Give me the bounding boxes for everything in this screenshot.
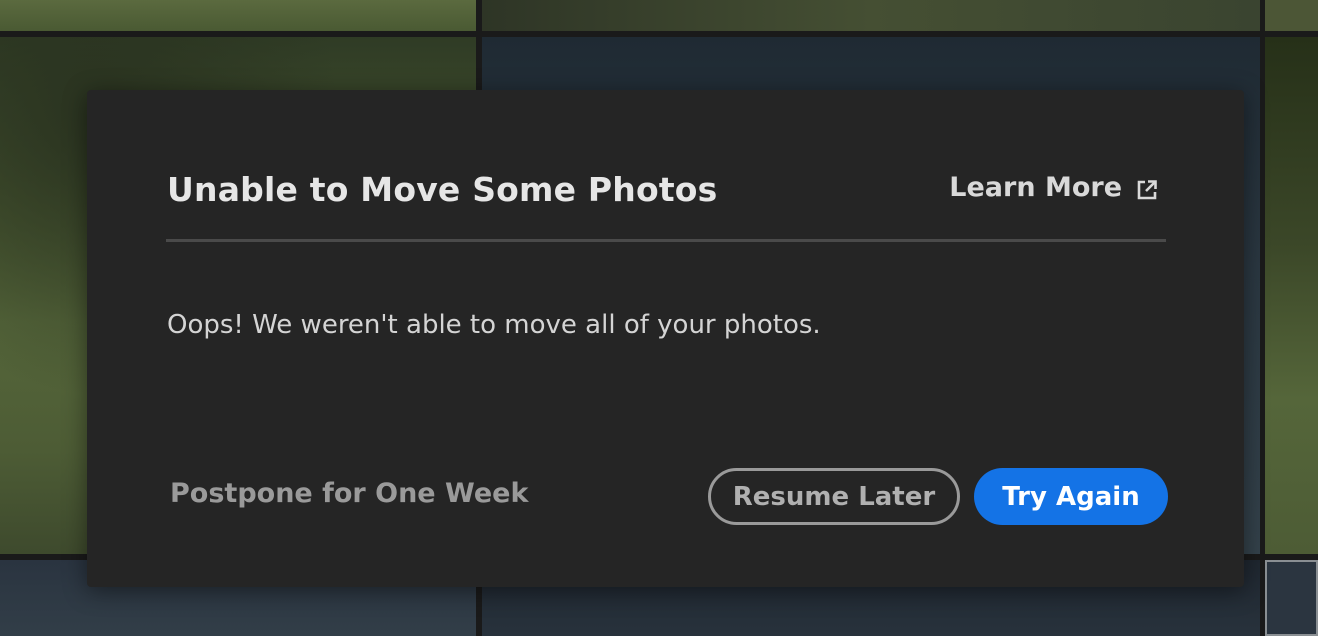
move-photos-error-dialog: Unable to Move Some Photos Learn More Oo… [87,90,1244,587]
background-photo-thumbnail-selected [1265,560,1318,636]
background-photo-thumbnail [0,0,476,31]
dialog-message: Oops! We weren't able to move all of you… [167,310,821,340]
background-photo-thumbnail [1265,37,1318,554]
dialog-title: Unable to Move Some Photos [167,170,718,209]
try-again-button[interactable]: Try Again [974,468,1168,525]
background-photo-thumbnail [1265,0,1318,31]
resume-later-button[interactable]: Resume Later [708,468,960,525]
postpone-one-week-button[interactable]: Postpone for One Week [170,478,528,509]
learn-more-label: Learn More [949,172,1122,203]
external-link-icon [1136,177,1158,199]
header-divider [166,239,1166,242]
learn-more-link[interactable]: Learn More [949,172,1158,203]
background-photo-thumbnail [482,0,1260,31]
